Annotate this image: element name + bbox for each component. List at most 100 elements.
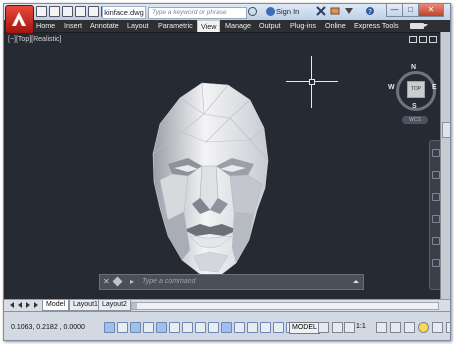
tab-plug-ins[interactable]: Plug-ins [290, 20, 316, 32]
tab-layout1[interactable]: Layout1 [69, 300, 102, 311]
tab-manage[interactable]: Manage [225, 20, 251, 32]
annotation-scale-icon[interactable] [344, 322, 355, 333]
lineweight-icon[interactable] [221, 322, 232, 333]
ortho-icon[interactable] [130, 322, 141, 333]
autocad-logo-icon [12, 12, 26, 26]
selection-cycling-icon[interactable] [260, 322, 271, 333]
search-box[interactable]: Type a keyword or phrase [148, 7, 247, 19]
tab-model[interactable]: Model [42, 300, 70, 311]
user-icon[interactable] [266, 7, 275, 16]
sign-in-link[interactable]: Sign In [276, 7, 299, 16]
title-bar: kinface.dwg Type a keyword or phrase Sig… [4, 4, 450, 20]
command-line: ✕ ▸ [99, 274, 364, 290]
status-tray [376, 322, 450, 333]
search-icon[interactable] [248, 7, 257, 16]
hardware-acceleration-icon[interactable] [432, 322, 443, 333]
tab-home[interactable]: Home [36, 20, 55, 32]
horizontal-scrollbar[interactable] [131, 302, 439, 310]
quick-properties-icon[interactable] [247, 322, 258, 333]
polar-icon[interactable] [143, 322, 154, 333]
osnap-icon[interactable] [156, 322, 167, 333]
open-file-icon[interactable] [49, 6, 60, 17]
view-tools [318, 322, 343, 333]
tab-output[interactable]: Output [259, 20, 281, 32]
grid-icon[interactable] [117, 322, 128, 333]
snap-icon[interactable] [104, 322, 115, 333]
scrollbar-thumb[interactable] [132, 303, 137, 309]
tab-insert[interactable]: Insert [64, 20, 82, 32]
transparency-icon[interactable] [234, 322, 245, 333]
close-icon[interactable]: ✕ [103, 277, 110, 286]
tab-parametric[interactable]: Parametric [158, 20, 193, 32]
drawing-viewport[interactable]: [−][Top][Realistic] TOP N S E W WCS [4, 32, 442, 300]
viewport-close-icon[interactable] [429, 36, 437, 43]
compass-north[interactable]: N [411, 64, 416, 71]
annotation-scale-tools [344, 322, 355, 333]
viewport-restore-icon[interactable] [419, 36, 427, 43]
store-icon[interactable] [330, 6, 340, 16]
vertical-scrollbar[interactable] [440, 32, 450, 299]
isolate-objects-icon[interactable] [418, 322, 429, 333]
document-title: kinface.dwg [102, 6, 146, 19]
layout-tab-bar: Model Layout1 Layout2 [4, 299, 450, 311]
compass-east[interactable]: E [432, 84, 437, 91]
save-icon[interactable] [62, 6, 73, 17]
viewcube[interactable]: TOP N S E W [388, 64, 437, 112]
annotation-visibility-icon[interactable] [376, 322, 387, 333]
exchange-icon[interactable] [316, 6, 326, 16]
viewcube-top-face[interactable]: TOP [407, 81, 425, 98]
model-space-button[interactable]: MODEL [289, 322, 320, 334]
wrench-icon[interactable] [112, 276, 123, 287]
print-icon[interactable] [88, 6, 99, 17]
previous-layout-icon[interactable] [18, 302, 22, 308]
new-file-icon[interactable] [36, 6, 47, 17]
next-layout-icon[interactable] [26, 302, 30, 308]
navbar-settings-icon[interactable] [432, 259, 440, 267]
toolbar-lock-icon[interactable] [404, 322, 415, 333]
save-as-icon[interactable] [75, 6, 86, 17]
dyn-icon[interactable] [208, 322, 219, 333]
command-input[interactable] [142, 276, 342, 287]
ribbon-tab-bar: Home Insert Annotate Layout Parametric V… [4, 20, 450, 33]
chevron-down-icon[interactable] [422, 24, 428, 27]
quick-view-layouts-icon[interactable] [318, 322, 329, 333]
3d-osnap-icon[interactable] [169, 322, 180, 333]
pan-icon[interactable] [432, 171, 440, 179]
close-button[interactable]: ✕ [418, 4, 444, 17]
scrollbar-thumb[interactable] [442, 122, 450, 138]
last-layout-icon[interactable] [34, 302, 38, 308]
zoom-icon[interactable] [432, 193, 440, 201]
help-toolbar-icon[interactable] [344, 6, 354, 16]
tab-layout[interactable]: Layout [127, 20, 149, 32]
crosshair-pickbox [309, 79, 315, 85]
steering-wheel-icon[interactable] [432, 149, 440, 157]
chevron-up-icon[interactable] [353, 280, 359, 283]
workspace-switching-icon[interactable] [390, 322, 401, 333]
compass-west[interactable]: W [388, 84, 395, 91]
orbit-icon[interactable] [432, 215, 440, 223]
face-mesh-model [152, 82, 269, 278]
clean-screen-icon[interactable] [446, 322, 450, 333]
compass-south[interactable]: S [412, 103, 417, 110]
minimize-button[interactable]: — [386, 4, 403, 17]
otrack-icon[interactable] [182, 322, 193, 333]
annotation-monitor-icon[interactable] [273, 322, 284, 333]
restore-button[interactable]: □ [402, 4, 419, 17]
quick-view-drawings-icon[interactable] [332, 322, 343, 333]
annotation-scale[interactable]: 1:1 [356, 323, 366, 330]
viewport-minimize-icon[interactable] [409, 36, 417, 43]
wcs-menu[interactable]: WCS [402, 116, 428, 124]
tab-online[interactable]: Online [325, 20, 346, 32]
ducs-icon[interactable] [195, 322, 206, 333]
first-layout-icon[interactable] [10, 302, 14, 308]
showmotion-icon[interactable] [432, 237, 440, 245]
command-prompt-icon: ▸ [130, 277, 135, 286]
application-menu-button[interactable] [5, 5, 34, 34]
help-icon[interactable]: ? [365, 6, 375, 16]
status-bar: 0.1063, 0.2182 , 0.0000 MODEL 1:1 [4, 311, 450, 340]
tab-annotate[interactable]: Annotate [90, 20, 119, 32]
viewport-controls-label[interactable]: [−][Top][Realistic] [8, 36, 62, 43]
tab-layout2[interactable]: Layout2 [98, 300, 131, 311]
coordinates-readout[interactable]: 0.1063, 0.2182 , 0.0000 [11, 324, 85, 331]
tab-express-tools[interactable]: Express Tools [354, 20, 399, 32]
